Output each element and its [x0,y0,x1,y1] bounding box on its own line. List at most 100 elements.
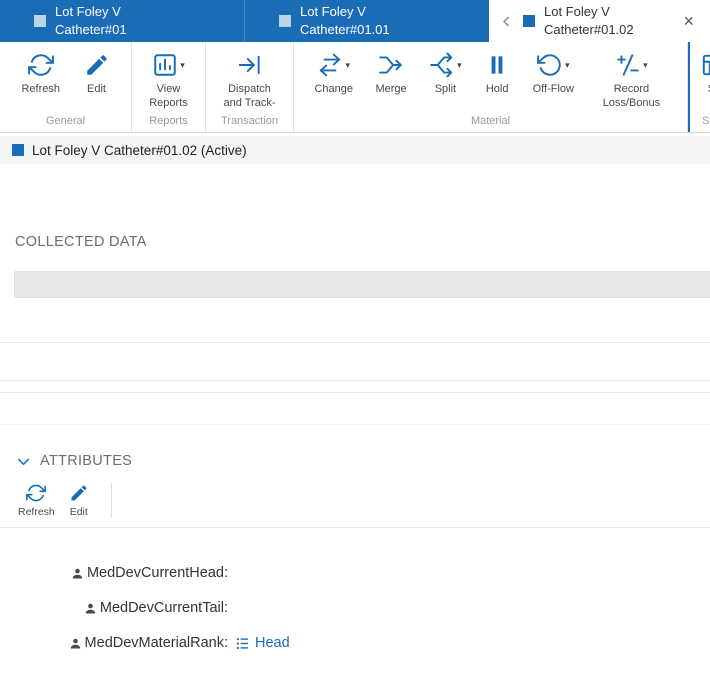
refresh-label: Refresh [21,83,61,95]
off-flow-button[interactable]: ▾ Off-Flow [531,51,576,97]
collected-data-title: COLLECTED DATA [15,234,147,250]
split-button[interactable]: ▾ Split [427,51,464,97]
change-label: Change [314,83,354,95]
attributes-edit-label: Edit [69,506,88,518]
storage-button[interactable]: St [698,51,710,97]
attribute-name: MedDevMaterialRank: [84,635,228,651]
hold-label: Hold [485,83,509,95]
tab-lot-catheter-01-02[interactable]: Lot Foley V Catheter#01.02 × [489,0,710,42]
separator [0,424,710,425]
lot-status-title: Lot Foley V Catheter#01.02 (Active) [32,142,247,158]
attributes-list: MedDevCurrentHead: MedDevCurrentTail: Me… [0,562,710,654]
tab-lot-catheter-01[interactable]: Lot Foley V Catheter#01 [0,0,244,42]
tab-label-line1: Lot Foley V [55,3,121,19]
ribbon-group-label: Reports [149,115,188,127]
off-flow-undo-icon [537,54,561,76]
merge-arrows-icon [379,56,402,74]
ribbon-group-storage: St Sto [688,42,710,132]
attribute-label: MedDevCurrentTail: [0,600,228,616]
ribbon-group-label: General [45,115,86,127]
tab-label: Lot Foley V Catheter#01.02 [544,3,634,40]
separator [0,392,710,393]
view-reports-button[interactable]: ▾ View Reports [135,51,203,111]
lot-square-icon [279,15,291,27]
person-icon [72,568,83,579]
ribbon-group-reports: ▾ View Reports Reports [132,42,206,132]
refresh-button[interactable]: Refresh [19,51,62,97]
record-loss-bonus-button[interactable]: ▾ Record Loss/Bonus [594,51,668,111]
edit-label: Edit [87,83,106,95]
lot-square-icon [523,15,535,27]
dropdown-caret-icon[interactable]: ▾ [180,60,185,71]
tab-label-line2: Catheter#01 [55,22,127,37]
dropdown-caret-icon[interactable]: ▾ [565,60,570,71]
ribbon-group-general: Refresh Edit General [0,42,132,132]
list-icon [236,637,249,649]
tab-label: Lot Foley V Catheter#01 [55,3,127,40]
ribbon-group-label: Material [470,115,511,127]
tab-label-line1: Lot Foley V [544,3,610,19]
hold-button[interactable]: Hold [482,51,512,97]
attribute-row: MedDevCurrentTail: [0,597,710,619]
record-loss-bonus-label: Record Loss/Bonus [602,83,661,109]
merge-label: Merge [375,83,407,95]
attributes-refresh-label: Refresh [18,506,55,518]
split-arrows-icon [430,52,453,78]
change-swap-icon [320,53,341,77]
attribute-name: MedDevCurrentHead: [86,565,228,581]
tab-lot-catheter-01-01[interactable]: Lot Foley V Catheter#01.01 [244,0,489,42]
ribbon-group-transaction: Dispatch and Track- Transaction [206,42,294,132]
change-button[interactable]: ▾ Change [312,51,355,97]
report-chart-icon [154,54,176,76]
attribute-label: MedDevMaterialRank: [0,635,228,651]
attributes-toolbar: Refresh Edit [0,483,710,528]
storage-icon [702,54,710,76]
edit-button[interactable]: Edit [82,51,112,97]
dropdown-caret-icon[interactable]: ▾ [345,60,350,71]
view-reports-label: View Reports [149,83,188,109]
attribute-row: MedDevCurrentHead: [0,562,710,584]
attributes-section-header[interactable]: ATTRIBUTES [16,453,710,469]
separator [0,342,710,343]
close-icon[interactable]: × [683,12,694,30]
person-icon [85,603,95,614]
merge-button[interactable]: Merge [373,51,408,97]
edit-icon [86,55,107,75]
collected-data-grid-header [14,271,710,298]
ribbon-group-label: Sto [702,115,710,127]
ribbon-group-material: ▾ Change Merge ▾ Split Hold ▾ Off-Flow ▾… [294,42,688,132]
plus-minus-icon [617,54,639,76]
attribute-label: MedDevCurrentHead: [0,565,228,581]
refresh-icon [27,54,54,76]
ribbon-group-label: Transaction [220,115,279,127]
chevron-left-icon[interactable] [500,15,513,28]
ribbon-toolbar: Refresh Edit General ▾ View Reports Repo… [0,42,710,133]
lot-status-bar: Lot Foley V Catheter#01.02 (Active) [0,136,710,164]
dropdown-caret-icon[interactable]: ▾ [643,60,648,71]
tab-label: Lot Foley V Catheter#01.01 [300,3,390,40]
tab-label-line2: Catheter#01.01 [300,22,390,37]
refresh-icon [26,484,47,502]
toolbar-divider [110,483,112,518]
hold-pause-icon [491,56,503,74]
dropdown-caret-icon[interactable]: ▾ [457,60,462,71]
dispatch-and-track-button[interactable]: Dispatch and Track- [218,51,282,111]
attribute-row: MedDevMaterialRank: Head [0,632,710,654]
lot-square-icon [12,144,24,156]
lot-square-icon [34,15,46,27]
edit-icon [71,485,87,501]
attributes-title: ATTRIBUTES [40,453,133,469]
tab-label-line1: Lot Foley V [300,3,366,19]
chevron-down-icon [17,458,30,465]
person-icon [70,638,80,649]
attribute-value-text[interactable]: Head [255,635,290,651]
off-flow-label: Off-Flow [532,83,574,95]
attributes-edit-button[interactable]: Edit [69,483,89,518]
dispatch-and-track-label: Dispatch and Track- [223,83,276,109]
split-label: Split [434,83,457,95]
head-link[interactable]: Head [235,635,290,651]
attributes-refresh-button[interactable]: Refresh [18,483,55,518]
dispatch-arrow-icon [238,55,260,75]
tab-bar: Lot Foley V Catheter#01 Lot Foley V Cath… [0,0,710,42]
attribute-name: MedDevCurrentTail: [99,600,228,616]
